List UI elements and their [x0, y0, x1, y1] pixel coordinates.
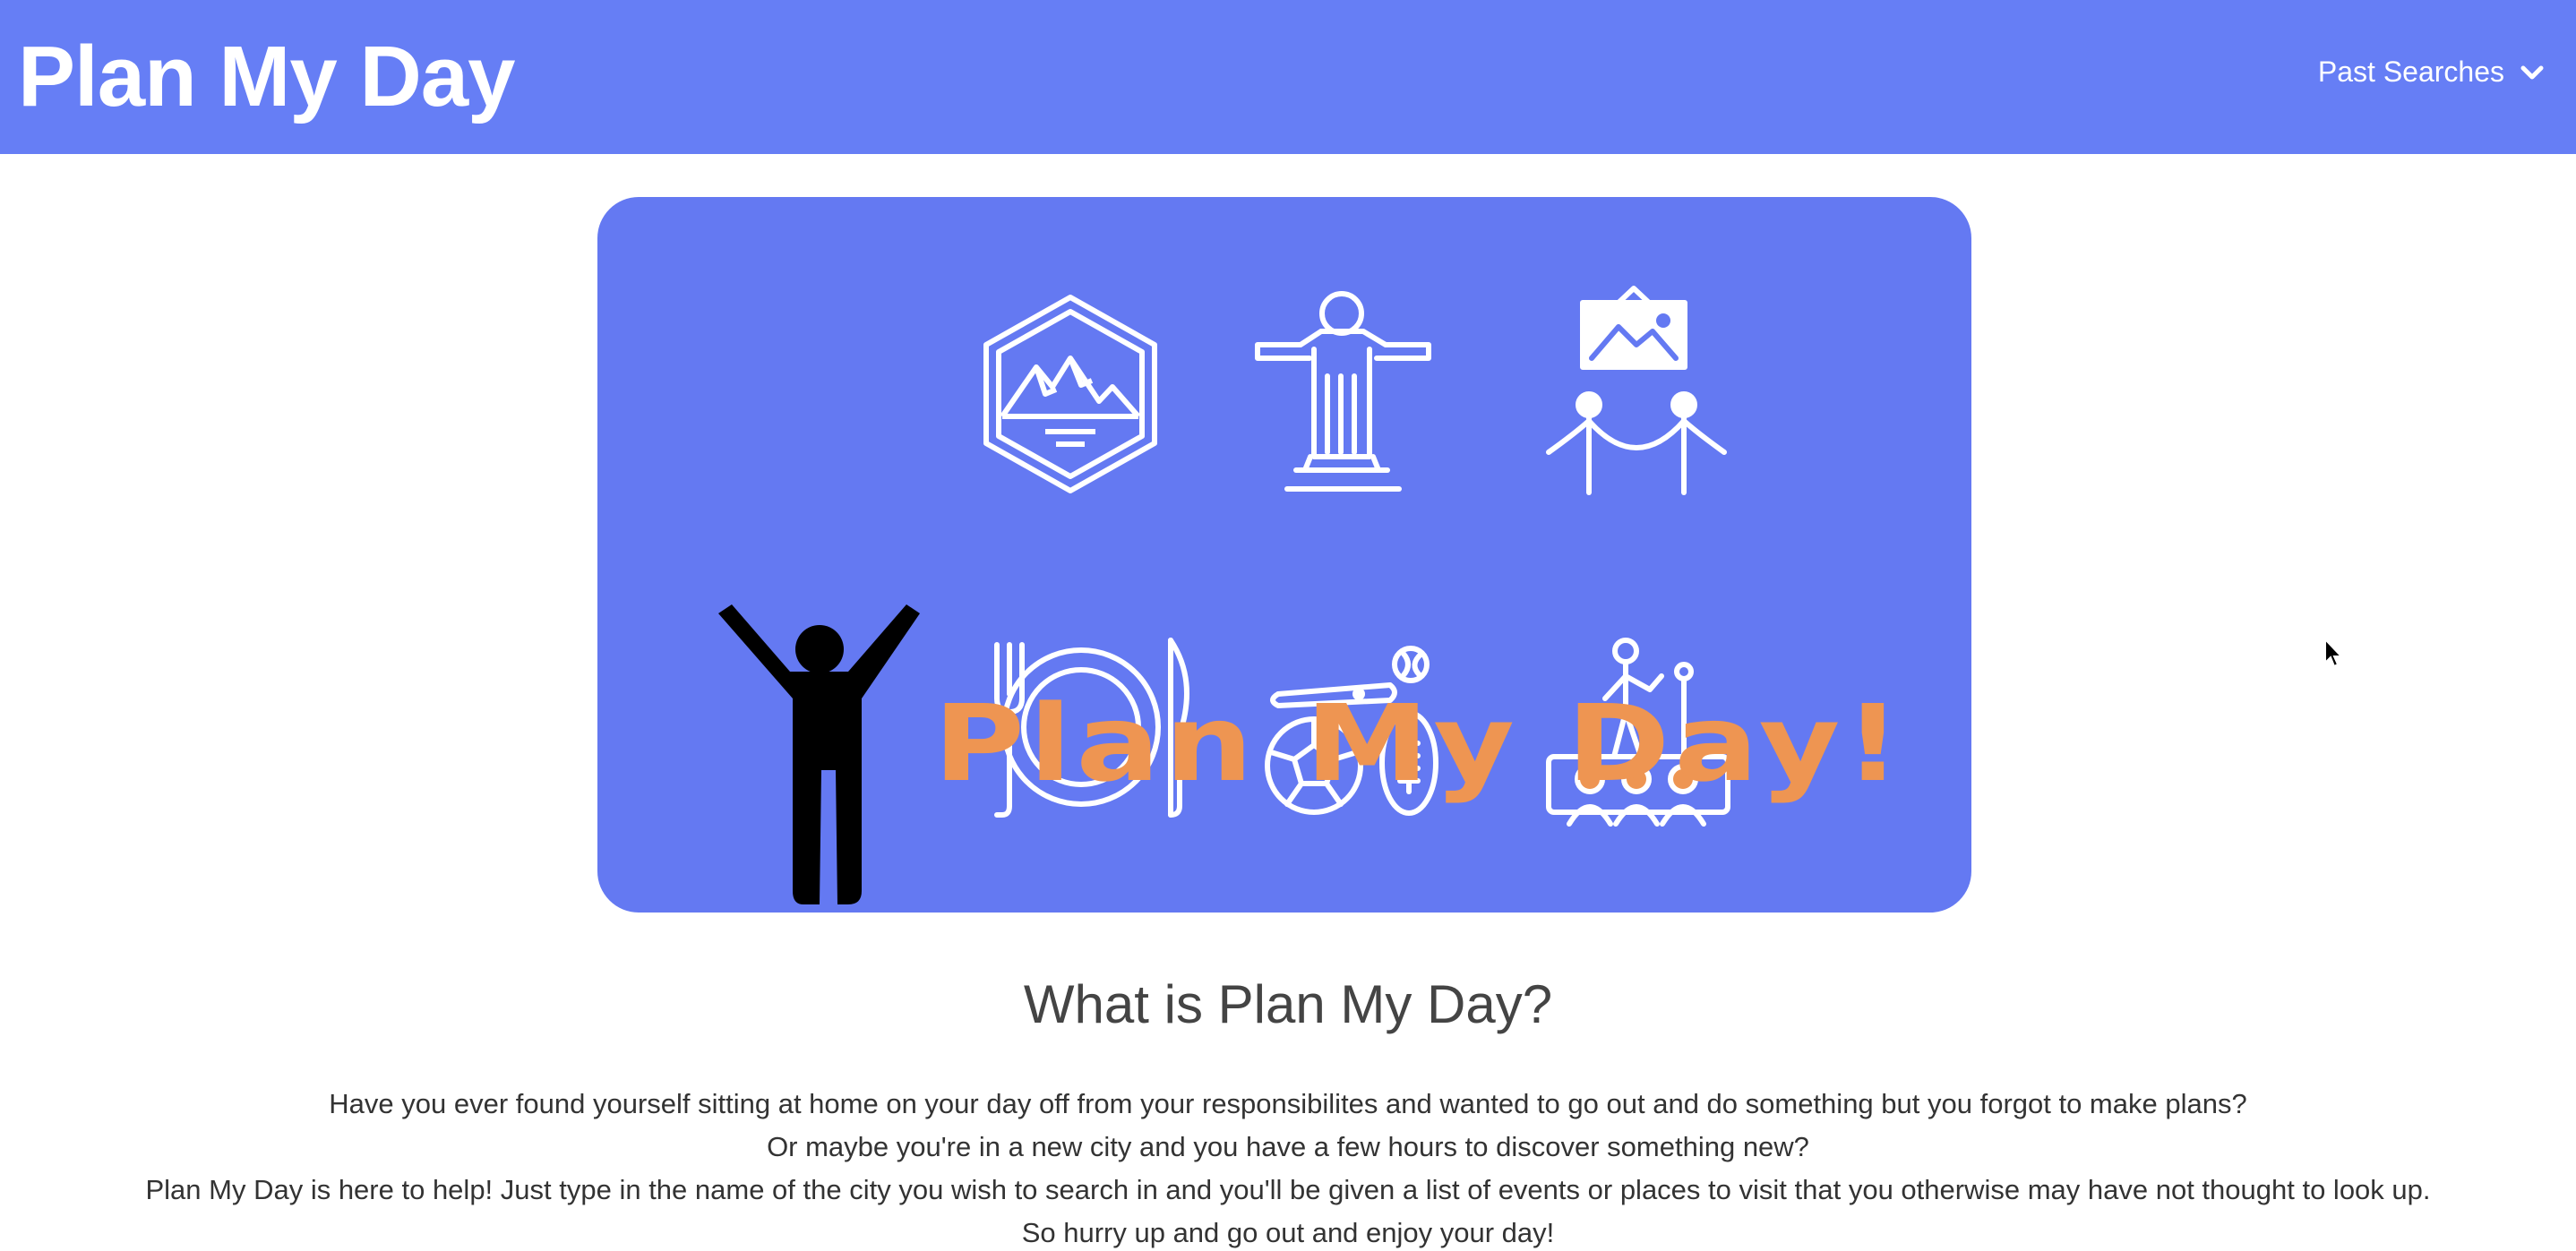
mouse-cursor-icon: [2324, 638, 2343, 668]
hero-illustration: [718, 286, 1730, 904]
chevron-down-icon: [2520, 65, 2544, 79]
past-searches-label: Past Searches: [2317, 56, 2504, 88]
hero-banner: Plan My Day!: [597, 197, 1971, 913]
statue-icon: [1255, 291, 1431, 492]
top-navbar: Plan My Day Past Searches: [0, 0, 2576, 154]
past-searches-dropdown[interactable]: Past Searches: [2318, 56, 2546, 89]
about-heading: What is Plan My Day?: [1023, 974, 1553, 1034]
about-paragraph-3: Plan My Day is here to help! Just type i…: [145, 1174, 2431, 1205]
hero-wordmark: Plan My Day!: [933, 681, 1906, 805]
about-paragraph-4: So hurry up and go out and enjoy your da…: [1021, 1217, 1555, 1248]
museum-exhibit-icon: [1546, 286, 1727, 495]
mountain-badge-icon: [983, 295, 1157, 493]
about-paragraph-1: Have you ever found yourself sitting at …: [329, 1088, 2247, 1119]
about-paragraph-2: Or maybe you're in a new city and you ha…: [767, 1131, 1809, 1162]
brand-title[interactable]: Plan My Day: [18, 27, 516, 127]
